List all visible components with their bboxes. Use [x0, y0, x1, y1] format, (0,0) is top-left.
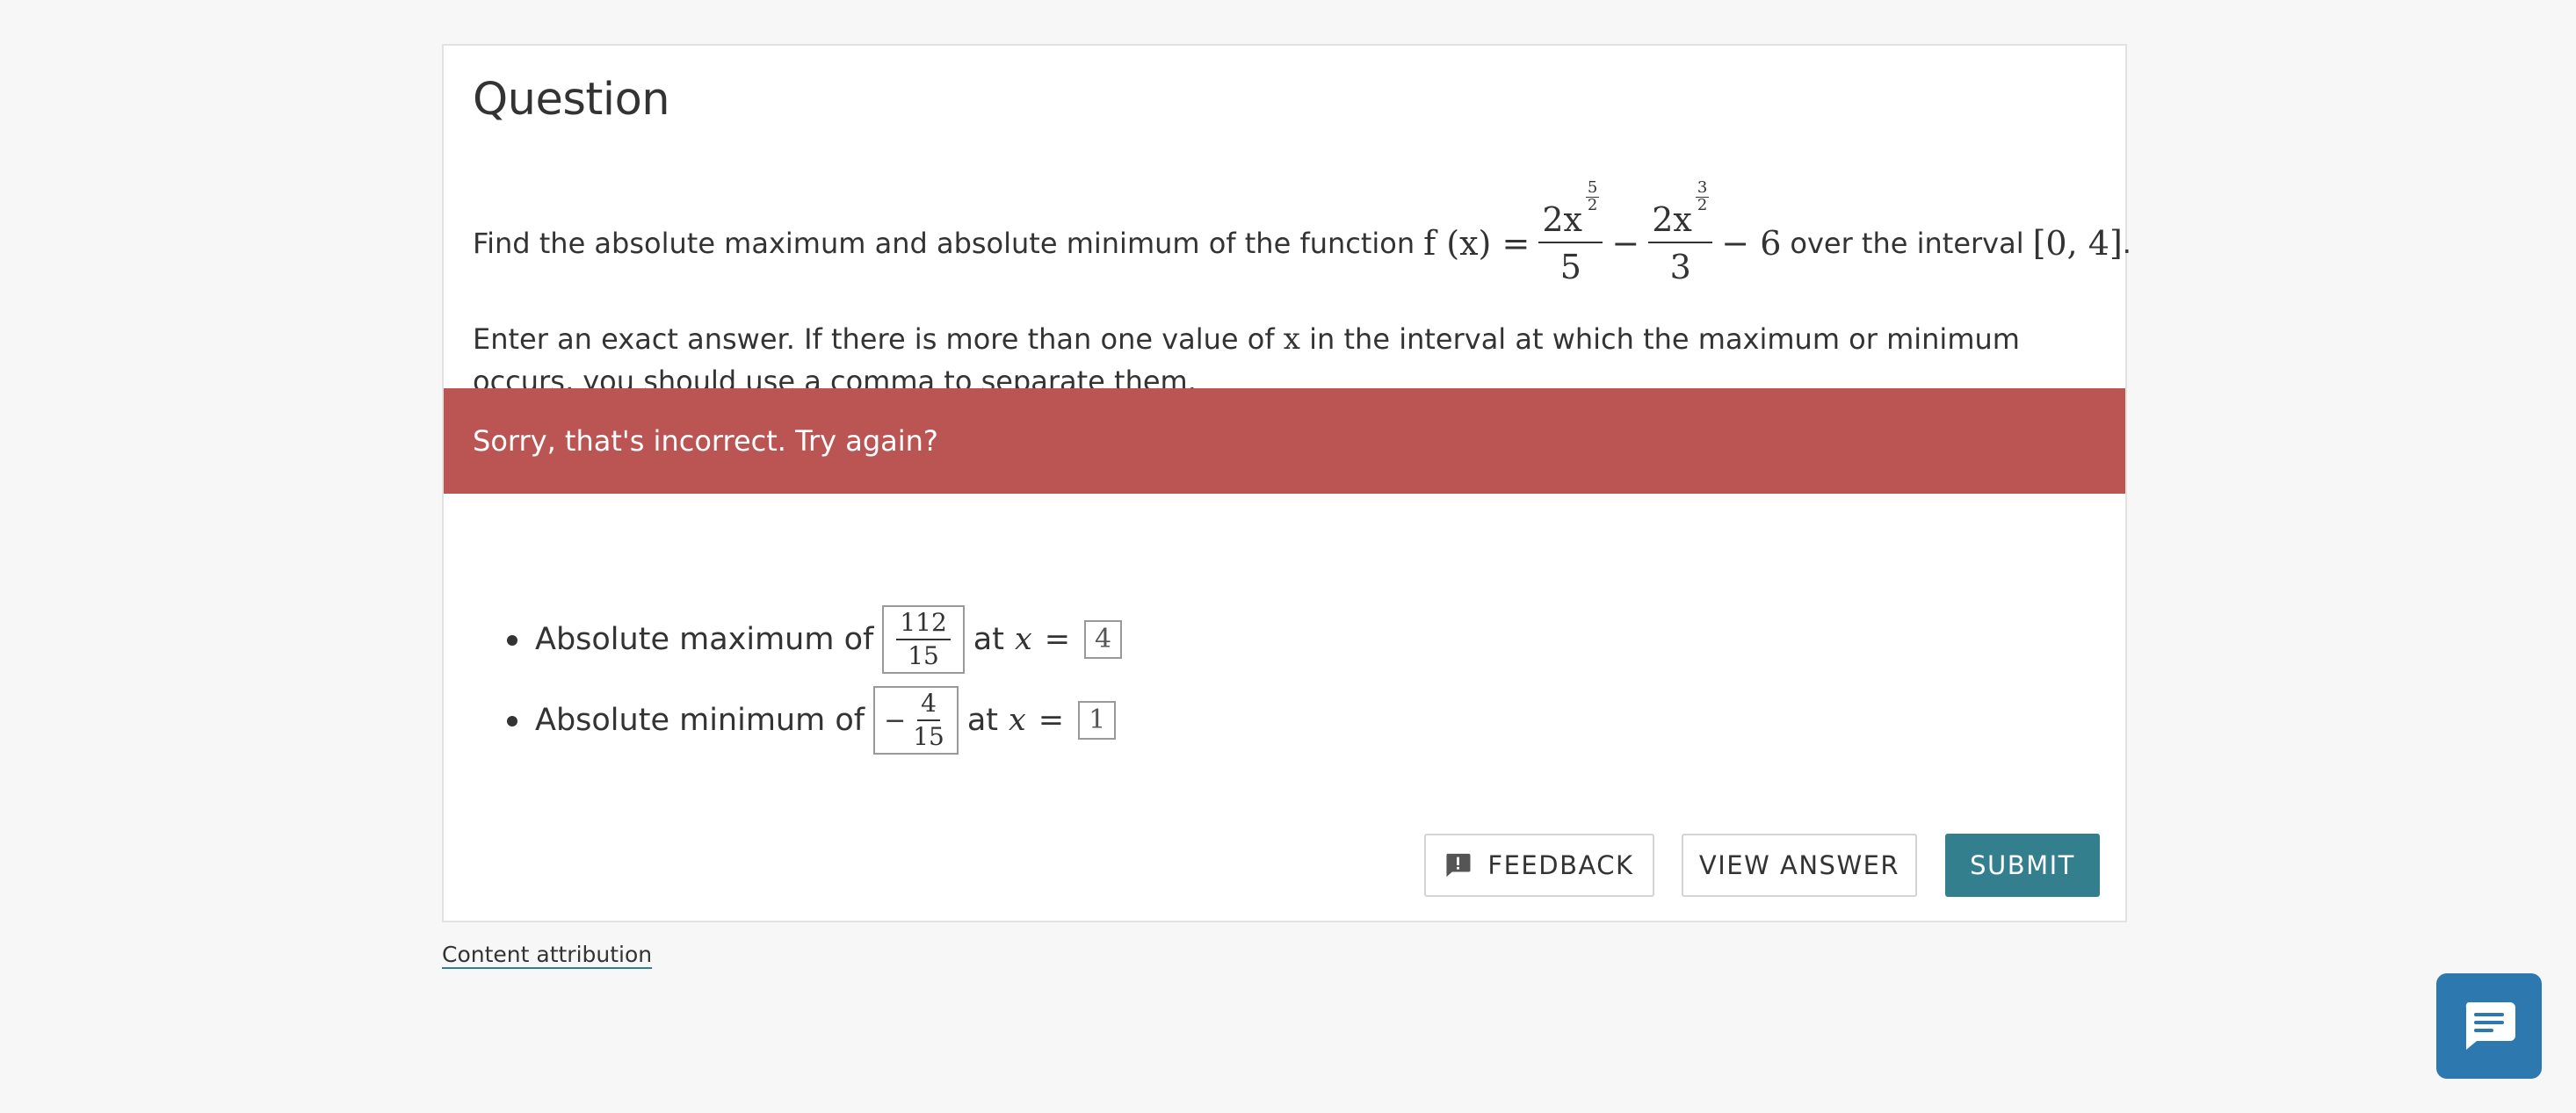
maximum-value-field[interactable]: 112 15 — [882, 605, 965, 674]
view-answer-label: VIEW ANSWER — [1698, 850, 1900, 880]
minimum-value-field[interactable]: − 4 15 — [873, 686, 959, 755]
interval-text: over the interval — [1790, 227, 2024, 260]
maximum-x-field[interactable]: 4 — [1084, 620, 1123, 659]
incorrect-feedback-banner: Sorry, that's incorrect. Try again? — [444, 388, 2125, 494]
term2-exponent: 3 2 — [1695, 178, 1710, 214]
interval-value: [0, 4] — [2032, 224, 2123, 263]
chat-icon — [2465, 1002, 2515, 1050]
prompt-prefix: Find the absolute maximum and absolute m… — [473, 227, 1415, 260]
content-attribution-link[interactable]: Content attribution — [442, 942, 652, 967]
term2-fraction: 2x 3 2 3 — [1648, 179, 1713, 286]
answer-maximum-row: Absolute maximum of 112 15 at x = 4 — [507, 599, 1123, 680]
chat-button[interactable] — [2436, 973, 2542, 1079]
minimum-at-label: at — [966, 703, 999, 738]
answer-list: Absolute maximum of 112 15 at x = 4 Abso… — [507, 599, 1123, 761]
minimum-denominator: 15 — [913, 722, 944, 751]
term1-exponent: 5 2 — [1585, 178, 1600, 214]
term1-coef: 2x — [1542, 200, 1582, 239]
maximum-numerator: 112 — [896, 611, 951, 640]
minimum-x-field[interactable]: 1 — [1078, 701, 1117, 740]
term2-coef: 2x — [1652, 200, 1692, 239]
page-title: Question — [473, 74, 670, 126]
term1-denominator: 5 — [1559, 248, 1581, 286]
term1-fraction: 2x 5 2 5 — [1538, 179, 1603, 286]
minimum-sign: − — [884, 705, 907, 736]
bullet-icon — [507, 635, 517, 646]
bullet-icon — [507, 716, 517, 726]
minimum-equals: = — [1038, 703, 1065, 738]
maximum-at-label: at — [973, 622, 1004, 657]
submit-button[interactable]: SUBMIT — [1945, 834, 2100, 897]
instructions-variable: x — [1283, 322, 1300, 357]
minimum-variable: x — [1009, 703, 1026, 738]
feedback-icon — [1446, 853, 1471, 878]
question-prompt: Find the absolute maximum and absolute m… — [473, 177, 2131, 309]
term2-denominator: 3 — [1669, 248, 1691, 286]
maximum-denominator: 15 — [908, 641, 939, 670]
prompt-period: . — [2122, 227, 2131, 260]
feedback-button-label: FEEDBACK — [1487, 850, 1634, 880]
submit-label: SUBMIT — [1970, 850, 2075, 880]
minus-sign: − — [1611, 224, 1640, 263]
answer-minimum-row: Absolute minimum of − 4 15 at x = 1 — [507, 680, 1122, 761]
question-card: Question Find the absolute maximum and a… — [442, 44, 2131, 922]
constant-term: − 6 — [1721, 224, 1782, 263]
maximum-variable: x — [1014, 622, 1032, 657]
banner-message: Sorry, that's incorrect. Try again? — [473, 424, 938, 458]
maximum-equals: = — [1044, 622, 1071, 657]
minimum-numerator: 4 — [917, 691, 940, 721]
view-answer-button[interactable]: VIEW ANSWER — [1682, 834, 1917, 897]
feedback-button[interactable]: FEEDBACK — [1424, 834, 1654, 897]
maximum-label: Absolute maximum of — [535, 622, 874, 657]
minimum-label: Absolute minimum of — [535, 703, 865, 738]
function-lhs: f (x) = — [1423, 224, 1530, 263]
